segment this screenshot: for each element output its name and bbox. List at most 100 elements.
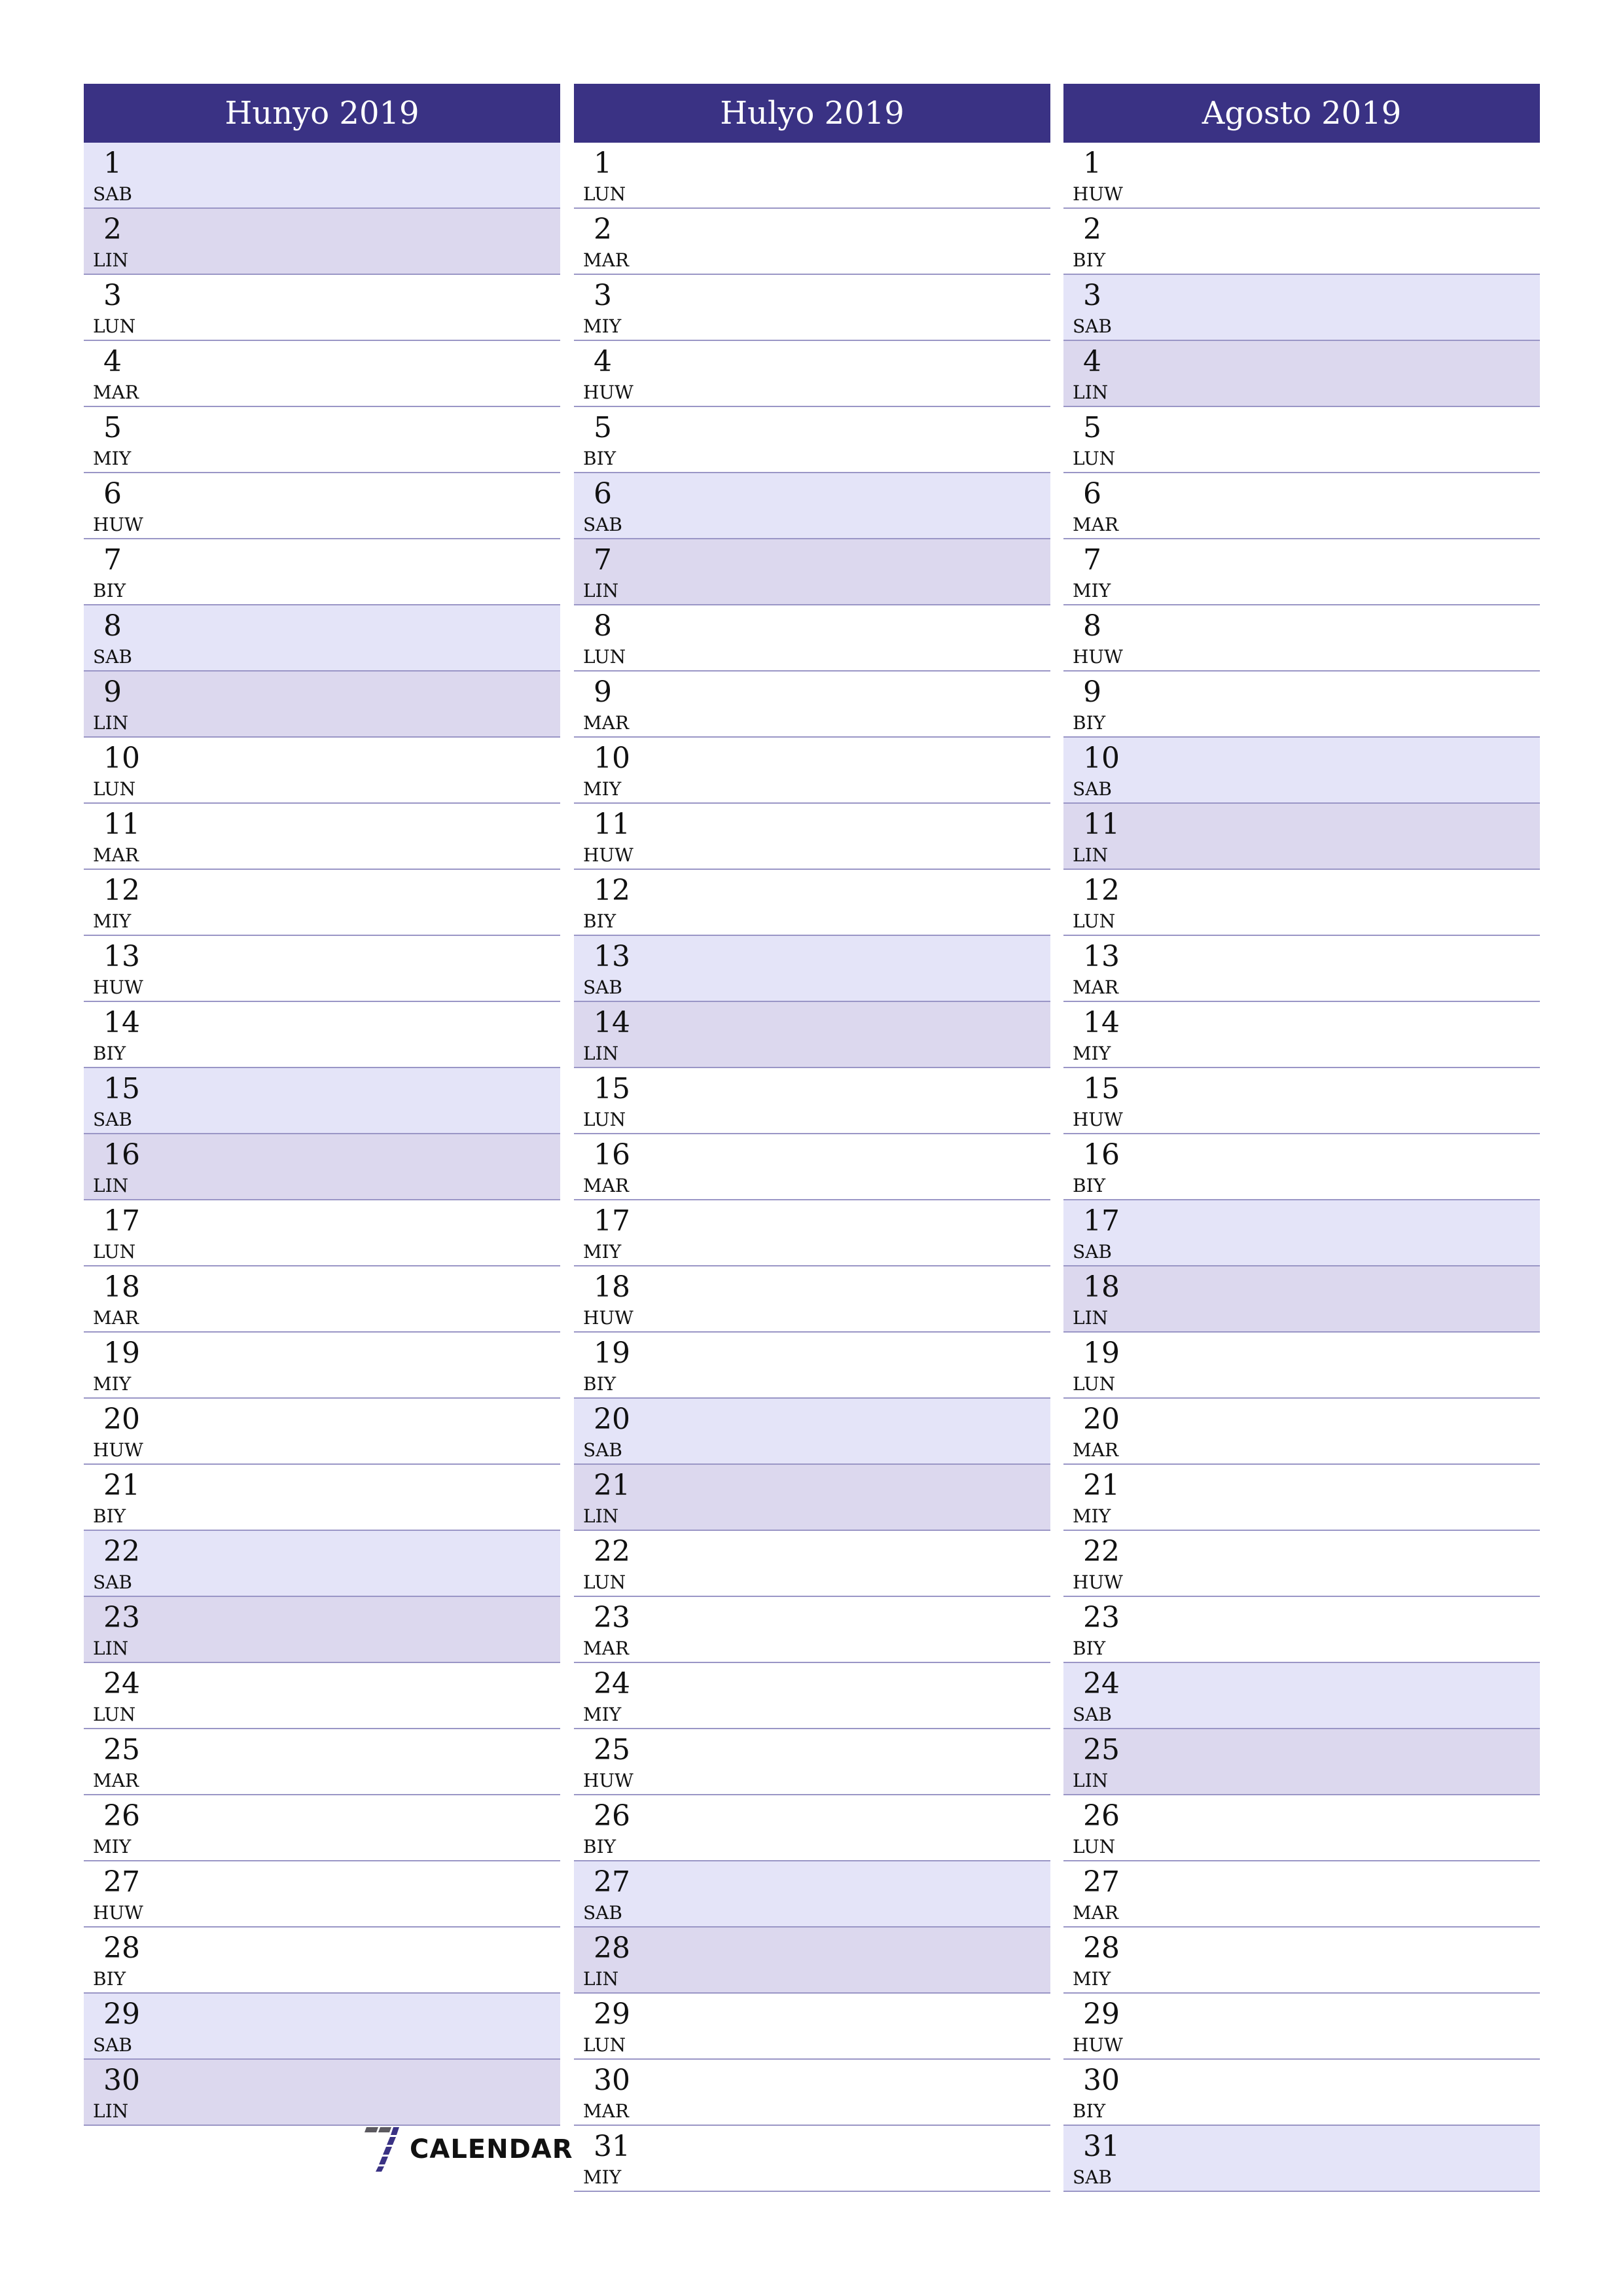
day-row[interactable]: 18 HUW <box>574 1266 1050 1333</box>
day-number: 24 <box>594 1667 630 1700</box>
day-row[interactable]: 4 HUW <box>574 341 1050 407</box>
day-number: 12 <box>103 874 140 907</box>
day-row[interactable]: 29 HUW <box>1063 1994 1540 2060</box>
weekday-label: MAR <box>583 2100 629 2122</box>
day-row[interactable]: 20 HUW <box>84 1399 560 1465</box>
day-row[interactable]: 6 SAB <box>574 473 1050 539</box>
day-row[interactable]: 16 LIN <box>84 1134 560 1200</box>
day-row[interactable]: 22 SAB <box>84 1531 560 1597</box>
weekday-label: SAB <box>583 514 622 535</box>
day-row[interactable]: 17 SAB <box>1063 1200 1540 1266</box>
day-row[interactable]: 13 MAR <box>1063 936 1540 1002</box>
day-row[interactable]: 3 MIY <box>574 275 1050 341</box>
day-row[interactable]: 2 BIY <box>1063 209 1540 275</box>
day-row[interactable]: 14 BIY <box>84 1002 560 1068</box>
day-row[interactable]: 4 MAR <box>84 341 560 407</box>
day-row[interactable]: 10 SAB <box>1063 738 1540 804</box>
day-row[interactable]: 8 HUW <box>1063 605 1540 672</box>
day-row[interactable]: 20 SAB <box>574 1399 1050 1465</box>
day-row[interactable]: 14 MIY <box>1063 1002 1540 1068</box>
day-row[interactable]: 28 MIY <box>1063 1928 1540 1994</box>
day-row[interactable]: 29 LUN <box>574 1994 1050 2060</box>
day-row[interactable]: 12 MIY <box>84 870 560 936</box>
day-row[interactable]: 9 MAR <box>574 672 1050 738</box>
day-row[interactable]: 16 MAR <box>574 1134 1050 1200</box>
day-row[interactable]: 12 LUN <box>1063 870 1540 936</box>
day-row[interactable]: 11 HUW <box>574 804 1050 870</box>
day-row[interactable]: 12 BIY <box>574 870 1050 936</box>
day-row[interactable]: 22 LUN <box>574 1531 1050 1597</box>
day-row[interactable]: 31 SAB <box>1063 2126 1540 2192</box>
day-row[interactable]: 8 LUN <box>574 605 1050 672</box>
day-row[interactable]: 16 BIY <box>1063 1134 1540 1200</box>
day-row[interactable]: 11 MAR <box>84 804 560 870</box>
day-row[interactable]: 25 LIN <box>1063 1729 1540 1795</box>
day-row[interactable]: 8 SAB <box>84 605 560 672</box>
day-row[interactable]: 29 SAB <box>84 1994 560 2060</box>
day-row[interactable]: 28 BIY <box>84 1928 560 1994</box>
day-row[interactable]: 17 LUN <box>84 1200 560 1266</box>
day-row[interactable]: 3 LUN <box>84 275 560 341</box>
day-row[interactable]: 6 MAR <box>1063 473 1540 539</box>
day-row[interactable]: 19 LUN <box>1063 1333 1540 1399</box>
day-row[interactable]: 10 MIY <box>574 738 1050 804</box>
day-row[interactable]: 18 MAR <box>84 1266 560 1333</box>
day-row[interactable]: 24 LUN <box>84 1663 560 1729</box>
day-row[interactable]: 21 MIY <box>1063 1465 1540 1531</box>
day-row[interactable]: 4 LIN <box>1063 341 1540 407</box>
day-row[interactable]: 25 HUW <box>574 1729 1050 1795</box>
day-row[interactable]: 21 BIY <box>84 1465 560 1531</box>
day-row[interactable]: 24 SAB <box>1063 1663 1540 1729</box>
day-row[interactable]: 31 MIY <box>574 2126 1050 2192</box>
day-row[interactable]: 23 LIN <box>84 1597 560 1663</box>
day-row[interactable]: 2 MAR <box>574 209 1050 275</box>
day-row[interactable]: 21 LIN <box>574 1465 1050 1531</box>
day-row[interactable]: 27 MAR <box>1063 1861 1540 1928</box>
day-row[interactable]: 13 HUW <box>84 936 560 1002</box>
day-row[interactable]: 23 BIY <box>1063 1597 1540 1663</box>
day-row[interactable]: 15 SAB <box>84 1068 560 1134</box>
day-row[interactable]: 6 HUW <box>84 473 560 539</box>
day-row[interactable]: 9 LIN <box>84 672 560 738</box>
day-row[interactable]: 19 BIY <box>574 1333 1050 1399</box>
day-row[interactable]: 30 MAR <box>574 2060 1050 2126</box>
weekday-label: LUN <box>1073 910 1116 932</box>
day-row[interactable]: 15 HUW <box>1063 1068 1540 1134</box>
day-number: 30 <box>103 2064 140 2097</box>
day-row[interactable]: 27 SAB <box>574 1861 1050 1928</box>
day-row[interactable]: 7 MIY <box>1063 539 1540 605</box>
day-row[interactable]: 1 LUN <box>574 143 1050 209</box>
day-row[interactable]: 13 SAB <box>574 936 1050 1002</box>
day-row[interactable]: 22 HUW <box>1063 1531 1540 1597</box>
day-row[interactable]: 5 BIY <box>574 407 1050 473</box>
day-row[interactable]: 2 LIN <box>84 209 560 275</box>
day-row[interactable]: 28 LIN <box>574 1928 1050 1994</box>
day-row[interactable]: 19 MIY <box>84 1333 560 1399</box>
day-row[interactable]: 3 SAB <box>1063 275 1540 341</box>
day-row[interactable]: 5 MIY <box>84 407 560 473</box>
day-row[interactable]: 26 LUN <box>1063 1795 1540 1861</box>
day-row[interactable]: 18 LIN <box>1063 1266 1540 1333</box>
day-row[interactable]: 30 LIN <box>84 2060 560 2126</box>
day-row[interactable]: 7 LIN <box>574 539 1050 605</box>
day-row[interactable]: 10 LUN <box>84 738 560 804</box>
day-row[interactable]: 27 HUW <box>84 1861 560 1928</box>
day-row[interactable]: 1 HUW <box>1063 143 1540 209</box>
day-row[interactable]: 7 BIY <box>84 539 560 605</box>
day-row[interactable]: 5 LUN <box>1063 407 1540 473</box>
day-row[interactable]: 25 MAR <box>84 1729 560 1795</box>
day-row[interactable]: 20 MAR <box>1063 1399 1540 1465</box>
day-row[interactable]: 14 LIN <box>574 1002 1050 1068</box>
day-row[interactable]: 24 MIY <box>574 1663 1050 1729</box>
day-row[interactable]: 26 MIY <box>84 1795 560 1861</box>
day-row[interactable]: 1 SAB <box>84 143 560 209</box>
day-row[interactable]: 17 MIY <box>574 1200 1050 1266</box>
day-number: 7 <box>103 543 122 577</box>
day-row[interactable]: 15 LUN <box>574 1068 1050 1134</box>
day-row[interactable]: 9 BIY <box>1063 672 1540 738</box>
day-row[interactable]: 23 MAR <box>574 1597 1050 1663</box>
weekday-label: MAR <box>93 382 139 403</box>
day-row[interactable]: 11 LIN <box>1063 804 1540 870</box>
day-row[interactable]: 30 BIY <box>1063 2060 1540 2126</box>
day-row[interactable]: 26 BIY <box>574 1795 1050 1861</box>
